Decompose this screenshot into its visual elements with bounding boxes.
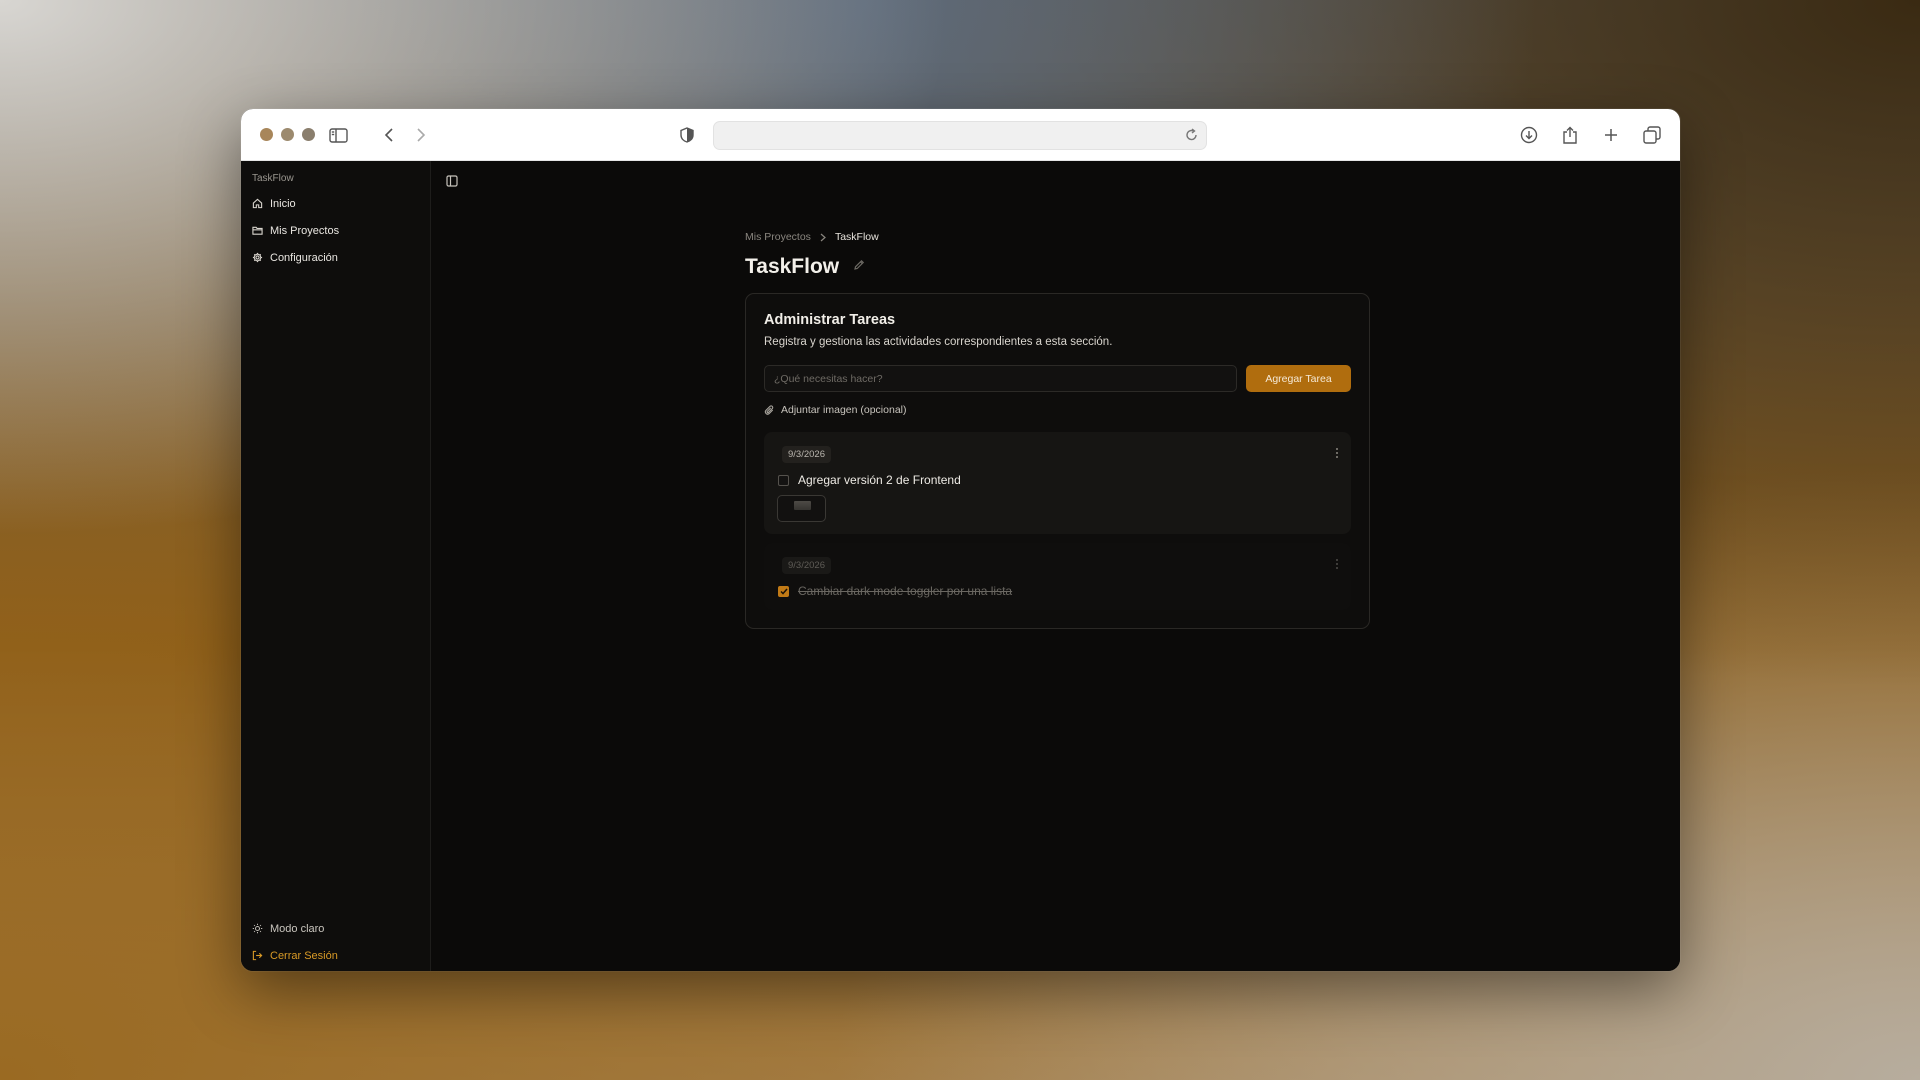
sidebar-item-configuracion[interactable]: Configuración <box>241 244 430 271</box>
title-row: TaskFlow <box>745 255 1370 279</box>
reload-icon[interactable] <box>1185 128 1198 147</box>
task-date-badge: 9/3/2026 <box>782 446 831 463</box>
zoom-window-button[interactable] <box>302 128 315 141</box>
sidebar-item-label: Inicio <box>270 197 296 210</box>
tab-overview-icon[interactable] <box>1640 123 1664 147</box>
sidebar-toggle-icon[interactable] <box>326 123 350 147</box>
attach-image-button[interactable]: Adjuntar imagen (opcional) <box>764 404 1351 416</box>
sidebar-item-inicio[interactable]: Inicio <box>241 190 430 217</box>
logout-button[interactable]: Cerrar Sesión <box>241 942 430 969</box>
forward-icon[interactable] <box>409 123 433 147</box>
card-subtitle: Registra y gestiona las actividades corr… <box>764 336 1113 348</box>
browser-toolbar <box>241 109 1680 161</box>
project-page: Mis Proyectos TaskFlow TaskFlow Administ… <box>745 231 1370 629</box>
minimize-window-button[interactable] <box>281 128 294 141</box>
add-task-button[interactable]: Agregar Tarea <box>1246 365 1351 392</box>
privacy-shield-icon[interactable] <box>675 123 699 147</box>
task-text: Agregar versión 2 de Frontend <box>798 473 961 487</box>
sidebar-brand: TaskFlow <box>252 173 294 184</box>
more-options-icon[interactable] <box>1335 557 1339 575</box>
sidebar-footer: Modo claro Cerrar Sesión <box>241 915 430 969</box>
gear-icon <box>252 252 263 263</box>
task-manager-card: Administrar Tareas Registra y gestiona l… <box>745 293 1370 629</box>
breadcrumb: Mis Proyectos TaskFlow <box>745 231 1370 243</box>
breadcrumb-parent-link[interactable]: Mis Proyectos <box>745 231 811 243</box>
task-image-thumbnail[interactable] <box>777 495 826 522</box>
home-icon <box>252 198 263 209</box>
task-item: 9/3/2026 Cambiar dark mode toggler por u… <box>764 543 1351 610</box>
browser-window: TaskFlow Inicio Mis Proyectos Configurac… <box>241 109 1680 971</box>
new-tab-icon[interactable] <box>1599 123 1623 147</box>
share-icon[interactable] <box>1558 123 1582 147</box>
task-date-badge: 9/3/2026 <box>782 557 831 574</box>
task-text: Cambiar dark mode toggler por una lista <box>798 584 1013 598</box>
main-content: Mis Proyectos TaskFlow TaskFlow Administ… <box>431 161 1680 971</box>
sidebar-item-label: Mis Proyectos <box>270 224 340 237</box>
download-icon[interactable] <box>1517 123 1541 147</box>
task-row: Cambiar dark mode toggler por una lista <box>778 584 1339 598</box>
task-checkbox[interactable] <box>778 474 789 486</box>
back-icon[interactable] <box>377 123 401 147</box>
sun-icon <box>252 923 263 934</box>
attach-image-label: Adjuntar imagen (opcional) <box>781 404 907 416</box>
more-options-icon[interactable] <box>1335 446 1339 464</box>
logout-label: Cerrar Sesión <box>270 949 338 962</box>
close-window-button[interactable] <box>260 128 273 141</box>
new-task-form: Agregar Tarea <box>764 365 1351 392</box>
paperclip-icon <box>764 404 774 415</box>
breadcrumb-current: TaskFlow <box>834 231 879 243</box>
sidebar: TaskFlow Inicio Mis Proyectos Configurac… <box>241 161 431 971</box>
card-title: Administrar Tareas <box>764 312 896 328</box>
address-bar[interactable] <box>713 121 1207 150</box>
logout-icon <box>252 950 263 961</box>
task-checkbox-checked[interactable] <box>778 585 789 597</box>
task-item: 9/3/2026 Agregar versión 2 de Frontend <box>764 432 1351 534</box>
theme-toggle-label: Modo claro <box>270 922 325 935</box>
page-title: TaskFlow <box>745 255 840 278</box>
sidebar-item-mis-proyectos[interactable]: Mis Proyectos <box>241 217 430 244</box>
chevron-right-icon <box>820 233 826 241</box>
theme-toggle[interactable]: Modo claro <box>241 915 430 942</box>
panel-toggle-icon[interactable] <box>446 174 458 192</box>
sidebar-item-label: Configuración <box>270 251 338 264</box>
app-root: TaskFlow Inicio Mis Proyectos Configurac… <box>241 161 1680 971</box>
window-controls <box>260 128 315 141</box>
new-task-input[interactable] <box>764 365 1237 392</box>
pencil-icon[interactable] <box>853 258 865 276</box>
task-row: Agregar versión 2 de Frontend <box>778 473 1339 487</box>
checkmark-icon <box>779 588 788 595</box>
folder-icon <box>252 226 263 235</box>
